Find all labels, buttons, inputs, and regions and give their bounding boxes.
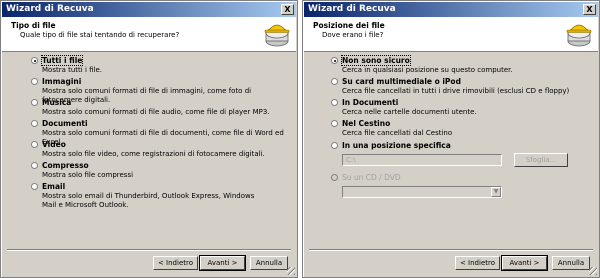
option-description: Mostra solo email di Thunderbird, Outloo… <box>42 192 255 209</box>
next-button[interactable]: Avanti > <box>199 255 246 271</box>
option-label: Tutti i file <box>40 55 84 66</box>
radio-button[interactable] <box>331 142 338 149</box>
option-label: Non sono sicuro <box>341 55 411 66</box>
radio-button[interactable] <box>331 120 338 127</box>
window-title: Wizard di Recuva <box>6 4 94 14</box>
wizard-window-file-location: Wizard di Recuva X Posizione dei file Do… <box>302 0 600 278</box>
next-button[interactable]: Avanti > <box>501 255 548 271</box>
title-bar[interactable]: Wizard di Recuva X <box>2 2 296 17</box>
option-label: Nel Cestino <box>342 119 391 128</box>
window-title: Wizard di Recuva <box>308 4 396 14</box>
radio-button[interactable] <box>31 78 38 85</box>
option-label: Video <box>42 140 66 149</box>
back-button[interactable]: < Indietro <box>153 256 198 270</box>
option-description: Cerca file cancellati in tutti i drive r… <box>342 87 570 95</box>
wizard-header: Posizione dei file Dove erano i file? <box>304 17 598 52</box>
footer-divider <box>309 249 593 251</box>
recuva-logo-icon <box>264 24 290 47</box>
close-button[interactable]: X <box>281 4 294 15</box>
option-description: Cerca nelle cartelle documenti utente. <box>342 108 477 116</box>
option-label: Musica <box>42 98 72 107</box>
wizard-content: Non sono sicuro Cerca in qualsiasi posiz… <box>304 52 598 251</box>
close-button[interactable]: X <box>583 4 596 15</box>
option-label: Su un CD / DVD <box>342 173 401 182</box>
header-subtitle: Quale tipo di file stai tentando di recu… <box>20 31 180 39</box>
option-description: Mostra solo file video, come registrazio… <box>42 150 265 158</box>
option-label: In una posizione specifica <box>342 141 451 150</box>
radio-button[interactable] <box>331 174 338 181</box>
radio-button[interactable] <box>331 57 338 64</box>
header-subtitle: Dove erano i file? <box>322 31 384 39</box>
option-description: Mostra solo file compressi <box>42 171 134 179</box>
header-title: Posizione dei file <box>313 21 385 30</box>
option-label: Email <box>42 182 66 191</box>
radio-button[interactable] <box>31 141 38 148</box>
path-input[interactable]: C:\ <box>342 154 502 166</box>
radio-button[interactable] <box>31 162 38 169</box>
wizard-header: Tipo di file Quale tipo di file stai ten… <box>2 17 296 52</box>
browse-button[interactable]: Sfoglia... <box>514 153 568 167</box>
radio-button[interactable] <box>31 57 38 64</box>
cancel-button[interactable]: Annulla <box>552 256 590 270</box>
cd-dvd-drive-select[interactable]: ▼ <box>342 186 502 198</box>
radio-button[interactable] <box>331 78 338 85</box>
radio-button[interactable] <box>331 99 338 106</box>
cancel-button[interactable]: Annulla <box>250 256 288 270</box>
recuva-logo-icon <box>566 24 592 47</box>
back-button[interactable]: < Indietro <box>455 256 500 270</box>
option-label: In Documenti <box>342 98 399 107</box>
option-label: Compresso <box>42 161 89 170</box>
chevron-down-icon[interactable]: ▼ <box>491 187 501 197</box>
radio-button[interactable] <box>31 120 38 127</box>
option-description: Cerca file cancellati dal Cestino <box>342 129 453 137</box>
option-label: Documenti <box>42 119 88 128</box>
title-bar[interactable]: Wizard di Recuva X <box>304 2 598 17</box>
option-description: Mostra tutti i file. <box>42 66 103 74</box>
radio-button[interactable] <box>31 99 38 106</box>
resize-grip[interactable] <box>589 267 597 275</box>
radio-button[interactable] <box>31 183 38 190</box>
resize-grip[interactable] <box>287 267 295 275</box>
option-description: Mostra solo comuni formati di file di im… <box>42 87 252 104</box>
wizard-window-file-type: Wizard di Recuva X Tipo di file Quale ti… <box>0 0 298 278</box>
option-description: Cerca in qualsiasi posizione su questo c… <box>342 66 513 74</box>
header-title: Tipo di file <box>11 21 56 30</box>
option-description: Mostra solo comuni formati di file audio… <box>42 108 270 116</box>
option-description: Mostra solo comuni formati di file di do… <box>42 129 284 146</box>
option-label: Su card multimediale o iPod <box>342 77 461 86</box>
wizard-content: Tutti i file Mostra tutti i file. Immagi… <box>2 52 296 251</box>
option-label: Immagini <box>42 77 82 86</box>
footer-divider <box>7 249 291 251</box>
